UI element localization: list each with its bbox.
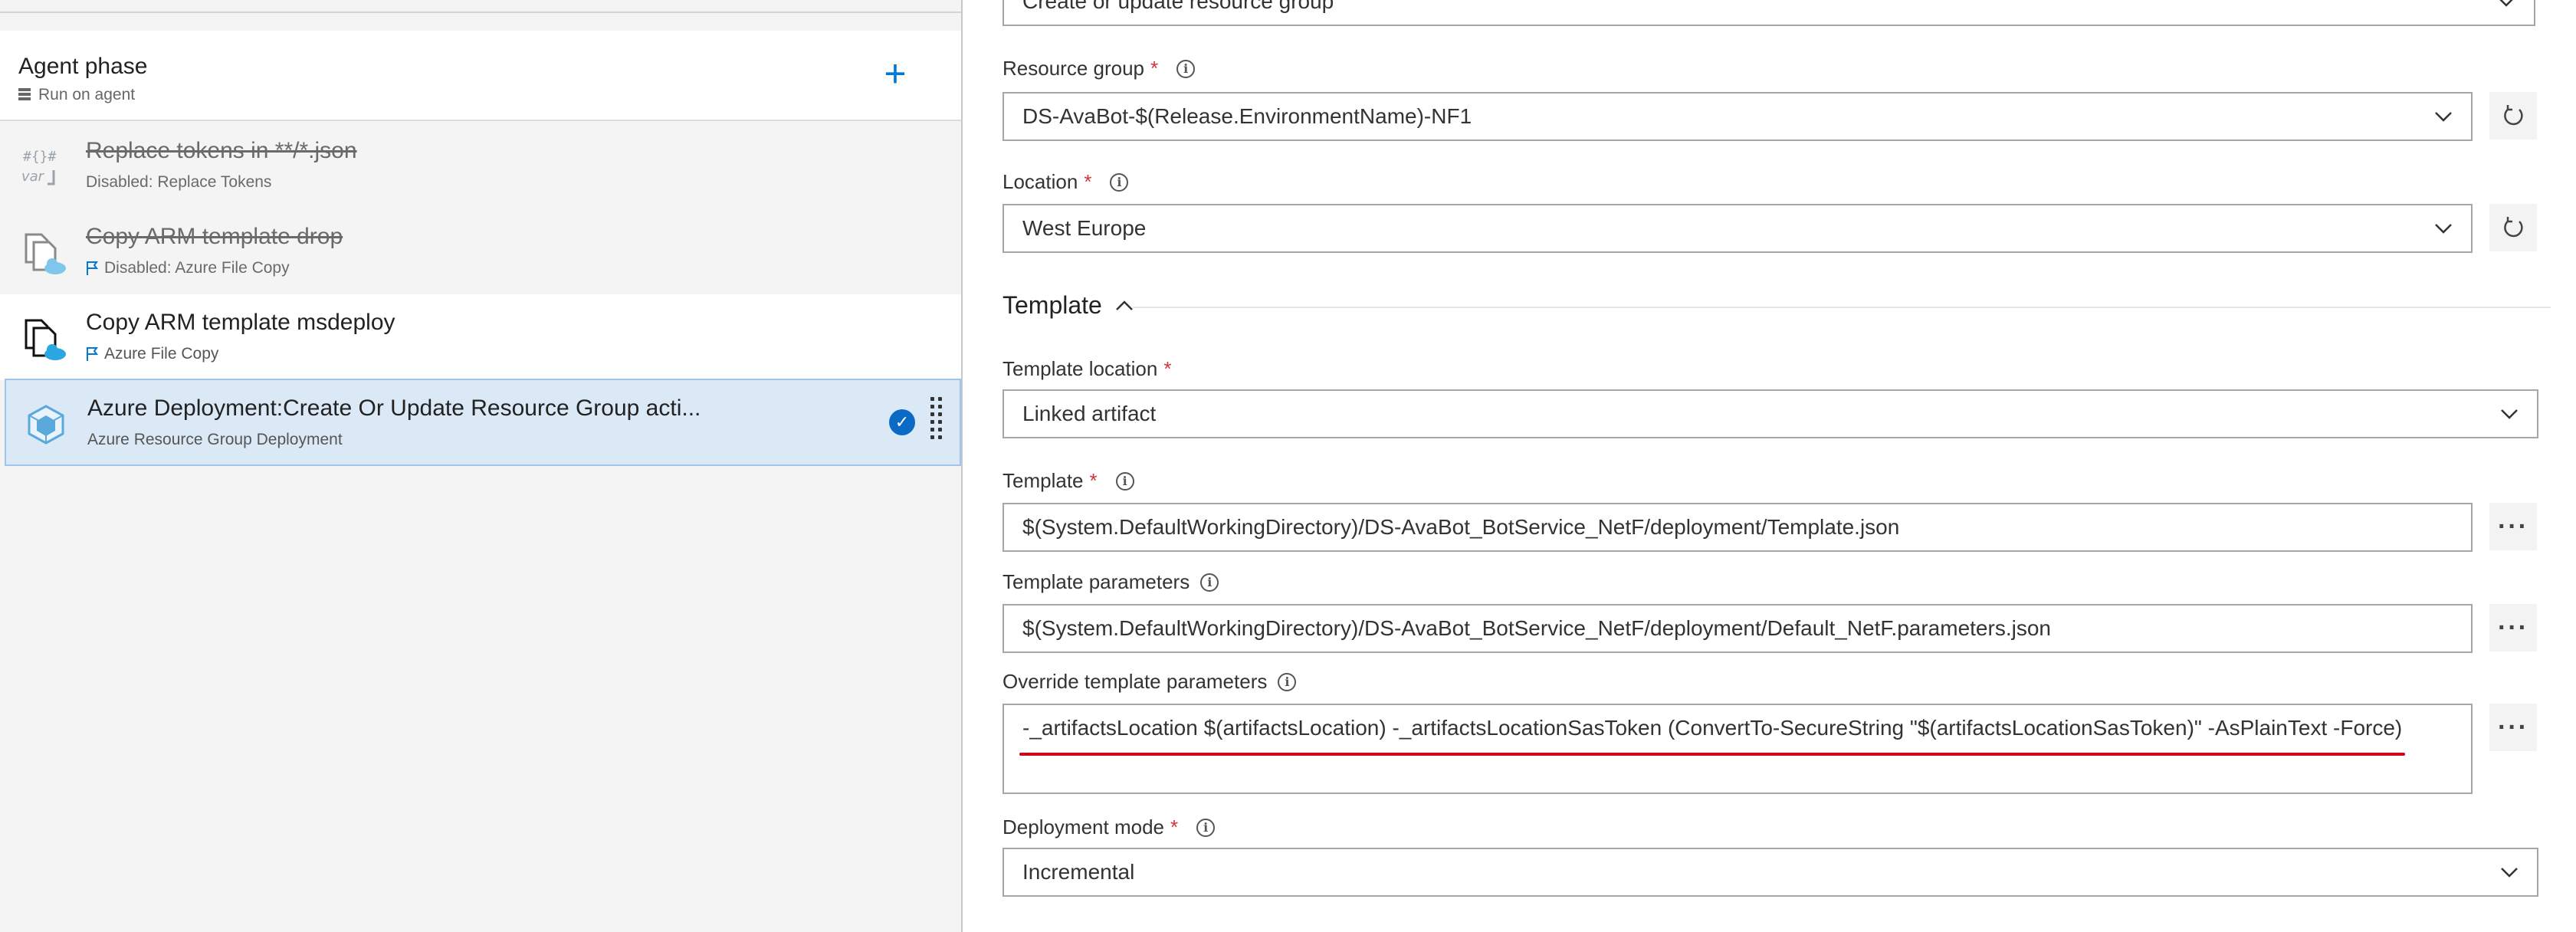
info-icon[interactable]: i xyxy=(1278,672,1297,691)
more-icon: ··· xyxy=(2498,512,2528,541)
info-icon[interactable]: i xyxy=(1176,59,1196,78)
resource-group-label: Resource group * i xyxy=(1003,57,1196,80)
template-path-input[interactable]: $(System.DefaultWorkingDirectory)/DS-Ava… xyxy=(1003,503,2473,552)
template-parameters-input[interactable]: $(System.DefaultWorkingDirectory)/DS-Ava… xyxy=(1003,604,2473,653)
action-select[interactable]: Create or update resource group xyxy=(1003,0,2535,26)
refresh-resource-groups-button[interactable] xyxy=(2489,92,2537,139)
chevron-down-icon xyxy=(2435,112,2452,122)
template-path-value: $(System.DefaultWorkingDirectory)/DS-Ava… xyxy=(1022,515,1900,539)
svg-text:var: var xyxy=(21,169,45,185)
deployment-mode-label: Deployment mode * i xyxy=(1003,816,1216,839)
more-icon: ··· xyxy=(2498,713,2528,742)
task-name: Copy ARM template msdeploy xyxy=(86,310,395,335)
location-value: West Europe xyxy=(1022,216,1147,240)
template-location-label: Template location * xyxy=(1003,357,1172,380)
server-icon xyxy=(18,88,31,102)
template-section-toggle[interactable]: Template xyxy=(1003,291,1136,320)
task-subtitle-text: Azure File Copy xyxy=(104,345,219,363)
phase-subtitle: Run on agent xyxy=(18,86,135,104)
template-parameters-label: Template parameters i xyxy=(1003,570,1219,594)
info-icon[interactable]: i xyxy=(1110,172,1129,192)
task-list-panel: Agent phase Run on agent + #{}# var Repl… xyxy=(0,0,963,932)
flag-icon xyxy=(86,346,98,362)
location-label: Location * i xyxy=(1003,170,1129,194)
task-item-copy-arm-drop[interactable]: Copy ARM template drop Disabled: Azure F… xyxy=(0,208,961,294)
task-item-replace-tokens[interactable]: #{}# var Replace tokens in **/*.json Dis… xyxy=(0,123,961,208)
task-settings-panel: Create or update resource group Resource… xyxy=(964,0,2576,932)
action-value: Create or update resource group xyxy=(1022,0,1334,13)
task-subtitle: Azure Resource Group Deployment xyxy=(87,431,343,448)
template-parameters-value: $(System.DefaultWorkingDirectory)/DS-Ava… xyxy=(1022,616,2051,640)
replace-tokens-icon: #{}# var xyxy=(20,143,69,192)
edit-override-parameters-button[interactable]: ··· xyxy=(2489,704,2537,751)
task-subtitle: Disabled: Azure File Copy xyxy=(86,259,290,277)
svg-text:#{}#: #{}# xyxy=(23,149,57,165)
task-subtitle: Disabled: Replace Tokens xyxy=(86,173,272,191)
browse-template-button[interactable]: ··· xyxy=(2489,503,2537,550)
override-parameters-label: Override template parameters i xyxy=(1003,670,1297,694)
agent-phase-header[interactable]: Agent phase Run on agent + xyxy=(0,31,961,121)
top-strip xyxy=(0,0,961,13)
deployment-mode-select[interactable]: Incremental xyxy=(1003,848,2538,897)
task-name: Azure Deployment:Create Or Update Resour… xyxy=(87,395,701,421)
chevron-up-icon xyxy=(1115,300,1133,310)
more-icon: ··· xyxy=(2498,613,2528,642)
refresh-icon xyxy=(2504,105,2523,126)
template-location-value: Linked artifact xyxy=(1022,402,1157,425)
azure-file-copy-icon xyxy=(20,228,69,277)
chevron-down-icon xyxy=(2501,868,2518,878)
flag-icon xyxy=(86,261,98,276)
location-select[interactable]: West Europe xyxy=(1003,204,2473,253)
phase-subtitle-text: Run on agent xyxy=(38,86,136,103)
task-subtitle: Azure File Copy xyxy=(86,345,218,363)
refresh-icon xyxy=(2504,217,2523,238)
resource-group-value: DS-AvaBot-$(Release.EnvironmentName)-NF1 xyxy=(1022,104,1472,128)
azure-resource-group-icon xyxy=(21,400,71,449)
template-location-select[interactable]: Linked artifact xyxy=(1003,389,2538,438)
chevron-down-icon xyxy=(2435,224,2452,234)
drag-handle[interactable] xyxy=(930,397,943,446)
task-item-copy-arm-msdeploy[interactable]: Copy ARM template msdeploy Azure File Co… xyxy=(0,294,961,380)
refresh-locations-button[interactable] xyxy=(2489,204,2537,251)
check-circle-icon: ✓ xyxy=(889,409,915,435)
override-parameters-textarea[interactable]: -_artifactsLocation $(artifactsLocation)… xyxy=(1003,704,2473,794)
section-divider xyxy=(1133,307,2551,308)
task-name: Replace tokens in **/*.json xyxy=(86,138,357,163)
deployment-mode-value: Incremental xyxy=(1022,860,1135,884)
template-label: Template * i xyxy=(1003,469,1134,493)
browse-template-parameters-button[interactable]: ··· xyxy=(2489,604,2537,651)
info-icon[interactable]: i xyxy=(1200,573,1219,592)
info-icon[interactable]: i xyxy=(1115,471,1134,491)
info-icon[interactable]: i xyxy=(1196,818,1216,837)
task-name: Copy ARM template drop xyxy=(86,224,343,249)
phase-title: Agent phase xyxy=(18,54,148,79)
chevron-down-icon xyxy=(2501,409,2518,419)
task-subtitle-text: Disabled: Azure File Copy xyxy=(104,259,290,277)
override-parameters-value: -_artifactsLocation $(artifactsLocation)… xyxy=(1022,716,2403,740)
template-section-title: Template xyxy=(1003,291,1102,319)
resource-group-select[interactable]: DS-AvaBot-$(Release.EnvironmentName)-NF1 xyxy=(1003,92,2473,141)
red-underline-annotation xyxy=(1019,753,2405,756)
azure-file-copy-icon xyxy=(20,314,69,363)
task-item-azure-deployment[interactable]: Azure Deployment:Create Or Update Resour… xyxy=(5,379,961,466)
add-task-button[interactable]: + xyxy=(878,54,912,93)
chevron-down-icon xyxy=(2499,0,2513,7)
